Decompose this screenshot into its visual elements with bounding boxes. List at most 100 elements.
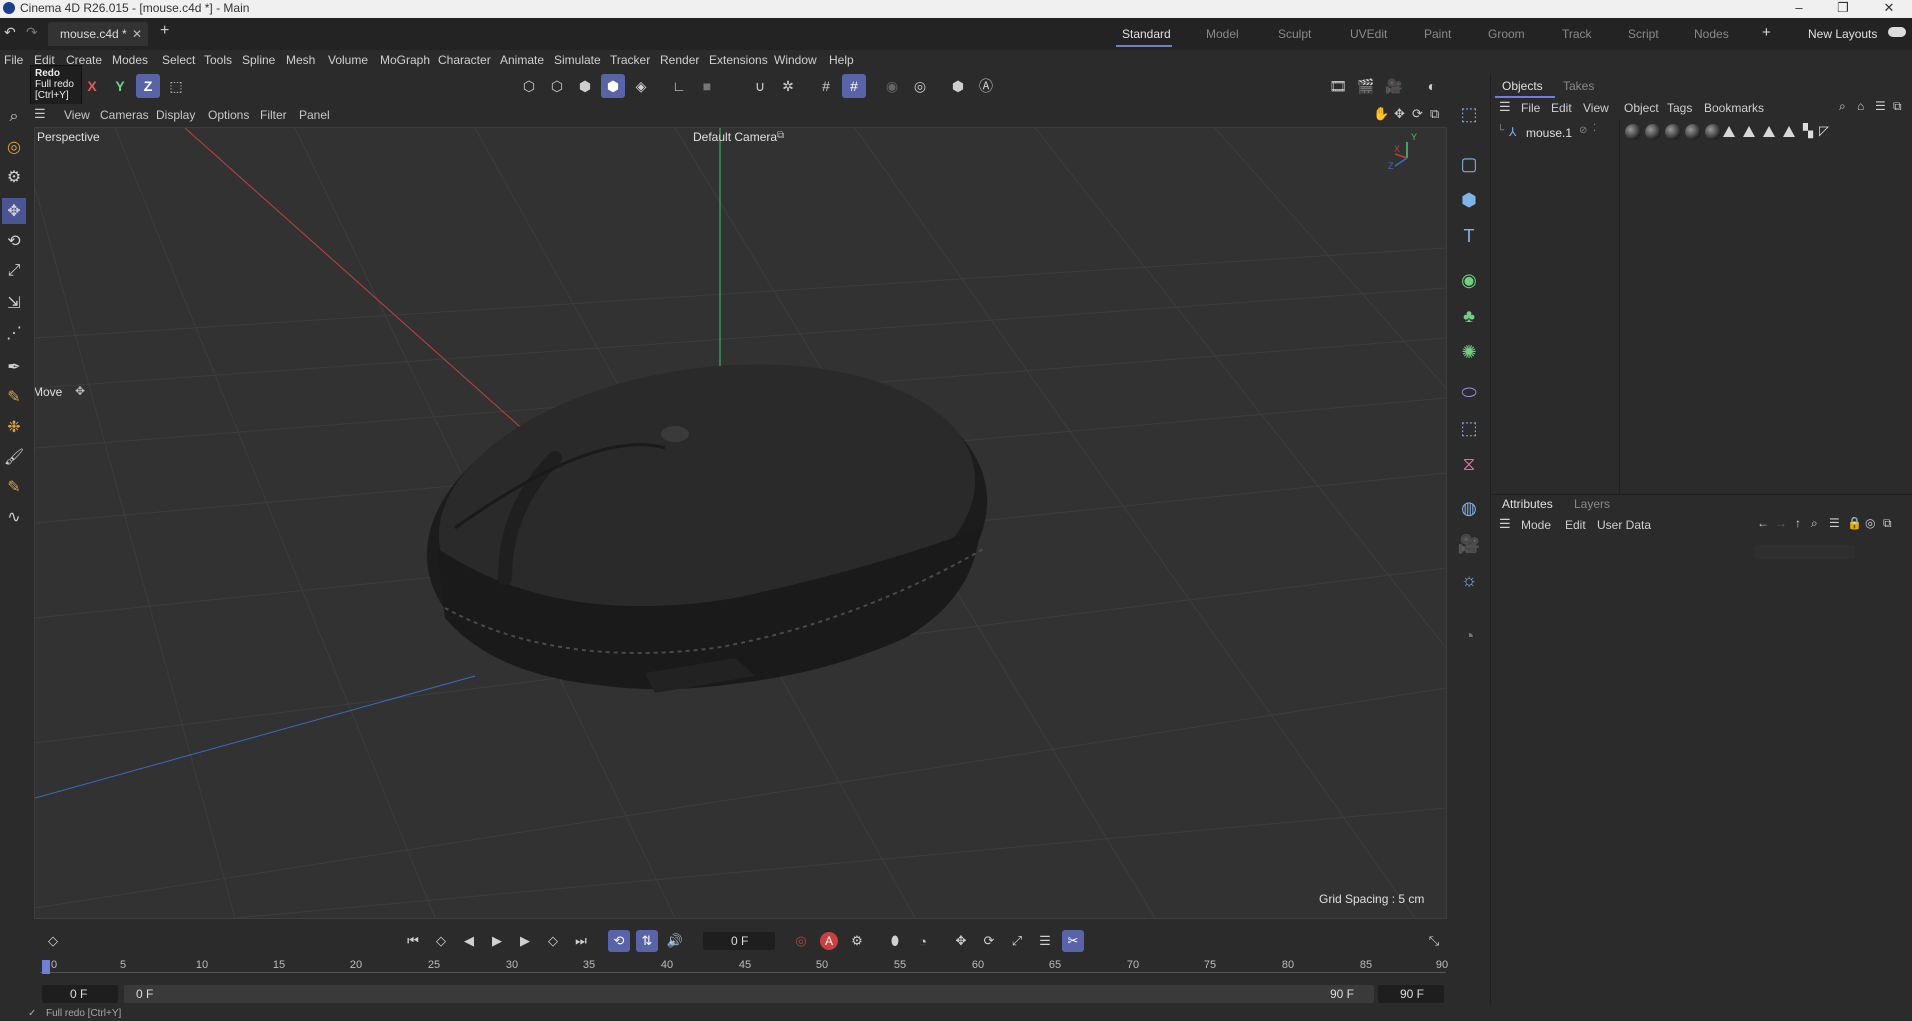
key-parameter-icon[interactable]: ☰ [1034, 930, 1056, 952]
close-window-button[interactable]: ✕ [1874, 0, 1904, 18]
keyframe-diamond-icon[interactable]: ◇ [42, 930, 64, 952]
object-row[interactable]: └ ⅄ mouse.1 ⊘ ⁚ ▚ ◸ [1491, 122, 1912, 144]
attributes-search-icon[interactable]: ⌕ [1811, 516, 1818, 531]
previous-frame-icon[interactable]: ◀ [458, 930, 480, 952]
viewport-menu-filter[interactable]: Filter [260, 108, 287, 122]
magnet-icon[interactable]: ∪ [748, 74, 772, 98]
placement-tool-icon[interactable]: ⋰ [2, 320, 26, 346]
tools-settings-icon[interactable]: ⚙ [2, 164, 26, 190]
undo-icon[interactable]: ↶ [4, 24, 16, 41]
add-layout-button[interactable]: + [1762, 24, 1771, 41]
viewport-menu-cameras[interactable]: Cameras [100, 108, 149, 122]
frame-range-slider[interactable]: 0 F 90 F [124, 985, 1374, 1003]
camera-link-icon[interactable]: ⧉ [777, 130, 784, 141]
snap-icon[interactable]: # [842, 74, 866, 98]
record-active-icon[interactable]: ◎ [790, 930, 812, 952]
menu-mesh[interactable]: Mesh [286, 53, 315, 67]
objects-menu-tags[interactable]: Tags [1667, 101, 1692, 115]
attributes-settings-icon[interactable]: ◎ [1865, 516, 1875, 530]
polygons-mode-icon[interactable]: ⬢ [573, 74, 597, 98]
material-tag-icon[interactable] [1705, 124, 1721, 140]
render-active-view-icon[interactable]: 🎬 [1354, 74, 1378, 98]
loop-icon[interactable]: ⟲ [608, 930, 630, 952]
layout-tab-sculpt[interactable]: Sculpt [1278, 27, 1311, 41]
phong-tag-icon[interactable] [1763, 126, 1775, 137]
menu-mograph[interactable]: MoGraph [380, 53, 430, 67]
objects-menu-object[interactable]: Object [1624, 101, 1659, 115]
cube-icon[interactable]: ⬢ [1455, 186, 1483, 214]
generator-icon[interactable]: ◉ [1455, 266, 1483, 294]
rotate-tool-icon[interactable]: ⟲ [2, 228, 26, 254]
layout-tab-model[interactable]: Model [1206, 27, 1239, 41]
points-mode-icon[interactable]: ⬡ [517, 74, 541, 98]
new-layouts-label[interactable]: New Layouts [1808, 27, 1877, 41]
interactive-render-icon[interactable]: ◐ [1420, 74, 1444, 98]
attributes-menu-user-data[interactable]: User Data [1597, 518, 1651, 532]
go-to-start-icon[interactable]: ⏮ [402, 930, 424, 952]
viewport-solo-icon[interactable]: ⬢ [946, 74, 970, 98]
render-region-icon[interactable]: 🎞 [1326, 74, 1350, 98]
file-tab[interactable]: mouse.c4d * ✕ [48, 22, 148, 46]
viewport-menu-display[interactable]: Display [156, 108, 195, 122]
attributes-hamburger-icon[interactable]: ☰ [1499, 516, 1511, 532]
edges-mode-icon[interactable]: ⬡ [545, 74, 569, 98]
effector-icon[interactable]: ✺ [1455, 338, 1483, 366]
uvw-tag-icon[interactable]: ▚ [1803, 123, 1813, 139]
paint-brush-icon[interactable]: 🖌 [2, 444, 26, 470]
maximize-button[interactable]: ❐ [1828, 0, 1858, 18]
light-icon[interactable]: ☼ [1455, 566, 1483, 594]
attributes-new-window-icon[interactable]: ⧉ [1883, 516, 1892, 531]
forward-arrow-icon[interactable]: → [1775, 516, 1787, 530]
deformer-icon[interactable]: ⬭ [1455, 378, 1483, 406]
material-tag-icon[interactable] [1625, 124, 1641, 140]
motion-record-icon[interactable]: ◔ [912, 930, 934, 952]
object-render-dots-icon[interactable]: ⁚ [1593, 123, 1596, 134]
attributes-filter-icon[interactable]: ☰ [1829, 516, 1840, 530]
pan-icon[interactable]: ✋ [1373, 106, 1389, 122]
select-objects-icon[interactable]: ⬚ [1455, 100, 1483, 128]
camera-object-icon[interactable]: 🎥 [1455, 530, 1483, 558]
viewport-hamburger-icon[interactable]: ☰ [34, 106, 46, 122]
menu-tools[interactable]: Tools [204, 53, 232, 67]
playback-rate-icon[interactable]: ⇅ [636, 930, 658, 952]
menu-volume[interactable]: Volume [328, 53, 368, 67]
objects-menu-view[interactable]: View [1583, 101, 1609, 115]
layout-tab-script[interactable]: Script [1628, 27, 1659, 41]
phong-tag-icon[interactable] [1783, 126, 1795, 137]
key-position-icon[interactable]: ✥ [950, 930, 972, 952]
layout-tab-groom[interactable]: Groom [1488, 27, 1525, 41]
text-icon[interactable]: T [1455, 222, 1483, 250]
model-mode-icon[interactable]: ⬢ [601, 74, 625, 98]
camera-label[interactable]: Default Camera [693, 130, 777, 144]
menu-file[interactable]: File [4, 53, 23, 67]
knife-tool-icon[interactable]: ✎ [2, 474, 26, 500]
menu-character[interactable]: Character [438, 53, 491, 67]
texture-mode-icon[interactable]: ◈ [629, 74, 653, 98]
viewport-menu-view[interactable]: View [64, 108, 90, 122]
layout-tab-track[interactable]: Track [1562, 27, 1592, 41]
back-arrow-icon[interactable]: ← [1757, 516, 1769, 530]
objects-menu-edit[interactable]: Edit [1551, 101, 1572, 115]
keyframe-settings-icon[interactable]: ⚙ [846, 930, 868, 952]
viewport-menu-panel[interactable]: Panel [299, 108, 330, 122]
coordinate-system-icon[interactable]: ⬚ [164, 74, 188, 98]
material-tag-icon[interactable] [1665, 124, 1681, 140]
menu-animate[interactable]: Animate [500, 53, 544, 67]
attributes-search-field[interactable] [1755, 545, 1855, 559]
axis-y-button[interactable]: Y [108, 74, 132, 98]
attributes-menu-edit[interactable]: Edit [1565, 518, 1586, 532]
viewport[interactable]: Perspective Default Camera ⧉ Move ✥ Grid… [34, 127, 1447, 919]
key-point-level-icon[interactable]: ✂ [1062, 930, 1084, 952]
object-visibility-icon[interactable]: ⊘ [1579, 125, 1587, 136]
next-frame-icon[interactable]: ▶ [514, 930, 536, 952]
objects-new-window-icon[interactable]: ⧉ [1893, 99, 1902, 114]
spline-pen-icon[interactable]: ✒ [2, 354, 26, 380]
sculpt-brush-icon[interactable]: ❉ [2, 414, 26, 440]
menu-tracker[interactable]: Tracker [610, 53, 650, 67]
field-icon[interactable]: ⧖ [1455, 450, 1483, 478]
environment-icon[interactable]: ◍ [1455, 494, 1483, 522]
menu-spline[interactable]: Spline [242, 53, 275, 67]
lock-workplane-icon[interactable]: Ⓐ [974, 74, 998, 98]
viewport-menu-options[interactable]: Options [208, 108, 249, 122]
tab-layers[interactable]: Layers [1574, 497, 1610, 511]
